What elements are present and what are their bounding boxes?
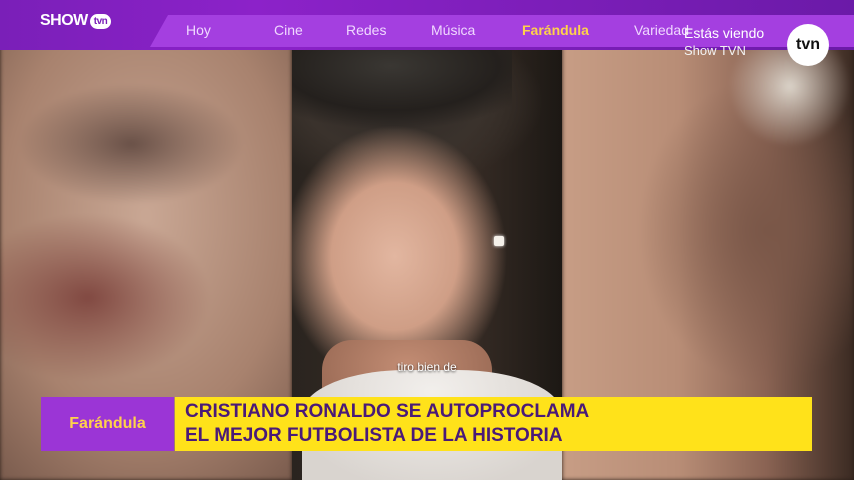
show-tvn-logo[interactable]: SHOW tvn — [40, 12, 112, 30]
logo-badge: tvn — [89, 13, 112, 29]
lower-third-category: Farándula — [41, 397, 174, 451]
now-watching-channel: Show TVN — [684, 43, 746, 58]
tvn-channel-logo[interactable]: tvn — [787, 24, 829, 66]
main-nav: Hoy Cine Redes Música Farándula Variedad — [170, 22, 704, 38]
video-subtitle: tiro bien de — [397, 360, 457, 374]
headline-line-2: EL MEJOR FUTBOLISTA DE LA HISTORIA — [185, 425, 563, 446]
logo-text: SHOW — [40, 12, 88, 29]
nav-item-hoy[interactable]: Hoy — [170, 22, 274, 38]
now-watching-label: Estás viendo — [684, 25, 765, 41]
video-hair — [292, 50, 512, 130]
lower-third-headline: CRISTIANO RONALDO SE AUTOPROCLAMA EL MEJ… — [175, 397, 812, 451]
video-earring — [494, 236, 504, 246]
nav-item-cine[interactable]: Cine — [274, 22, 346, 38]
now-watching: Estás viendo Show TVN — [684, 25, 764, 59]
nav-item-musica[interactable]: Música — [431, 22, 522, 38]
headline-line-1: CRISTIANO RONALDO SE AUTOPROCLAMA — [185, 401, 590, 422]
nav-item-redes[interactable]: Redes — [346, 22, 431, 38]
nav-item-farandula[interactable]: Farándula — [522, 22, 634, 38]
